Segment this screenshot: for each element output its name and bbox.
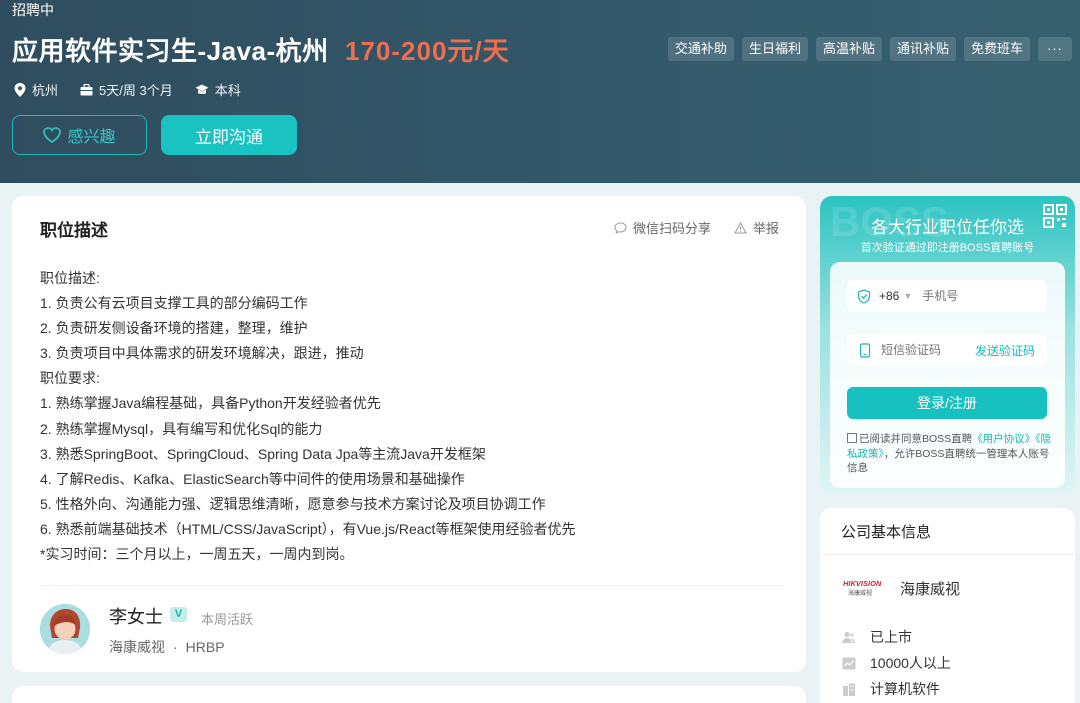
job-meta: 杭州 5天/周 3个月 本科 — [14, 80, 263, 99]
recruiter-active-status: 本周活跃 — [201, 612, 254, 627]
interested-button[interactable]: 感兴趣 — [12, 115, 147, 155]
interested-label: 感兴趣 — [67, 129, 116, 146]
salary: 170-200元/天 — [345, 36, 510, 66]
code-field[interactable]: 发送验证码 — [847, 334, 1047, 366]
report-label: 举报 — [753, 221, 780, 236]
user-agreement-link[interactable]: 《用户协议》 — [972, 433, 1035, 445]
report-link[interactable]: 举报 — [734, 218, 779, 237]
company-stage: 已上市 — [842, 627, 912, 647]
login-panel: BOSS 各大行业职位任你选 首次验证通过即注册BOSS直聘账号 +86 ▼ 手… — [820, 196, 1075, 494]
shield-icon — [857, 288, 871, 304]
company-industry: 计算机软件 — [842, 679, 940, 699]
recruiter-company-name: 海康威视 — [109, 639, 165, 655]
country-code[interactable]: +86 — [879, 289, 899, 303]
company-info-card: 公司基本信息 HIKVISION 海康威视 海康威视 已上市 10000人以上 — [820, 508, 1075, 703]
agreement-text: 已阅读并同意BOSS直聘《用户协议》《隐私政策》，允许BOSS直聘统一管理本人账… — [847, 432, 1052, 476]
job-header: 招聘中 应用软件实习生-Java-杭州 170-200元/天 杭州 5天/周 3… — [0, 0, 1080, 183]
login-title: 各大行业职位任你选 — [871, 218, 1024, 237]
company-size: 10000人以上 — [842, 653, 951, 673]
description-line: 2. 负责研发侧设备环境的搭建，整理，维护 — [40, 320, 308, 337]
verified-badge: V — [170, 607, 187, 622]
meta-schedule-label: 5天/周 3个月 — [99, 83, 173, 98]
meta-city-label: 杭州 — [32, 83, 59, 98]
briefcase-icon — [80, 83, 93, 95]
benefit-tags: 交通补助 生日福利 高温补贴 通讯补贴 免费班车 ··· — [660, 37, 1072, 61]
meta-schedule: 5天/周 3个月 — [80, 80, 173, 99]
divider — [820, 554, 1075, 555]
job-description-text: 职位描述: 1. 负责公有云项目支撑工具的部分编码工作 2. 负责研发侧设备环境… — [40, 266, 780, 567]
next-section-card — [12, 686, 806, 703]
separator-dot: · — [173, 639, 178, 655]
chevron-down-icon: ▼ — [903, 291, 913, 301]
description-line: 4. 了解Redis、Kafka、ElasticSearch等中间件的使用场景和… — [40, 470, 465, 487]
description-line: 1. 负责公有云项目支撑工具的部分编码工作 — [40, 295, 308, 312]
more-tags-button[interactable]: ··· — [1038, 37, 1072, 61]
wechat-share-link[interactable]: 微信扫码分享 — [614, 218, 711, 237]
description-line: 1. 熟练掌握Java编程基础，具备Python开发经验者优先 — [40, 395, 381, 412]
job-title: 应用软件实习生-Java-杭州 — [12, 36, 329, 66]
share-label: 微信扫码分享 — [633, 221, 712, 236]
warning-icon — [734, 221, 747, 233]
description-line: 职位描述: — [40, 270, 100, 286]
meta-city: 杭州 — [14, 80, 58, 99]
description-line: 职位要求: — [40, 370, 100, 387]
description-line: 5. 性格外向、沟通能力强、逻辑思维清晰，愿意参与技术方案讨论及项目协调工作 — [40, 495, 546, 512]
company-logo[interactable]: HIKVISION 海康威视 — [842, 576, 886, 598]
benefit-tag: 高温补贴 — [815, 37, 882, 61]
description-line: 2. 熟练掌握Mysql，具有编写和优化Sql的能力 — [40, 420, 323, 437]
benefit-tag: 通讯补贴 — [889, 37, 956, 61]
recruiter-role: HRBP — [185, 639, 225, 655]
svg-text:HIKVISION: HIKVISION — [843, 579, 882, 588]
phone-field[interactable]: +86 ▼ — [847, 280, 1047, 312]
chart-icon — [842, 657, 856, 669]
people-icon — [842, 631, 856, 643]
login-register-button[interactable]: 登录/注册 — [847, 387, 1047, 419]
login-subtitle: 首次验证通过即注册BOSS直聘账号 — [860, 242, 1035, 254]
description-line: 3. 熟悉SpringBoot、SpringCloud、Spring Data … — [40, 445, 486, 462]
company-name[interactable]: 海康威视 — [900, 578, 960, 599]
benefit-tag: 生日福利 — [741, 37, 808, 61]
description-line: *实习时间：三个月以上，一周五天，一周内到岗。 — [40, 546, 354, 563]
chat-bubble-icon — [614, 221, 627, 234]
benefit-tag: 免费班车 — [963, 37, 1030, 61]
graduation-cap-icon — [195, 84, 209, 94]
section-title: 职位描述 — [40, 221, 108, 240]
heart-icon — [43, 127, 62, 143]
phone-input[interactable] — [922, 289, 1013, 303]
meta-degree: 本科 — [195, 80, 241, 99]
job-status: 招聘中 — [12, 2, 54, 18]
location-icon — [14, 82, 26, 97]
agreement-checkbox[interactable] — [847, 433, 857, 443]
chat-now-button[interactable]: 立即沟通 — [161, 115, 297, 155]
recruiter-company: 海康威视 · HRBP — [109, 637, 225, 657]
login-form: +86 ▼ 发送验证码 登录/注册 已阅读并同意BOSS直聘《用户协议》《隐私政… — [830, 262, 1065, 488]
company-stage-label: 已上市 — [870, 629, 912, 645]
job-description-card: 职位描述 微信扫码分享 举报 职位描述: 1. 负责公有云项目支撑工具的部分编码… — [12, 196, 806, 672]
company-size-label: 10000人以上 — [870, 655, 951, 671]
building-icon — [843, 683, 855, 696]
recruiter-name: 李女士 — [109, 607, 163, 627]
divider — [40, 585, 782, 586]
description-line: 3. 负责项目中具体需求的研发环境解决，跟进，推动 — [40, 345, 364, 362]
svg-text:海康威视: 海康威视 — [848, 589, 872, 597]
benefit-tag: 交通补助 — [667, 37, 734, 61]
phone-icon — [859, 342, 871, 358]
company-industry-label: 计算机软件 — [870, 681, 940, 697]
recruiter-avatar[interactable] — [40, 604, 90, 654]
company-info-title: 公司基本信息 — [841, 524, 932, 541]
code-input[interactable] — [881, 343, 971, 357]
agree-prefix: 已阅读并同意BOSS直聘 — [859, 433, 973, 445]
meta-degree-label: 本科 — [214, 83, 241, 98]
description-line: 6. 熟悉前端基础技术（HTML/CSS/JavaScript），有Vue.js… — [40, 520, 576, 537]
send-code-button[interactable]: 发送验证码 — [975, 342, 1035, 359]
